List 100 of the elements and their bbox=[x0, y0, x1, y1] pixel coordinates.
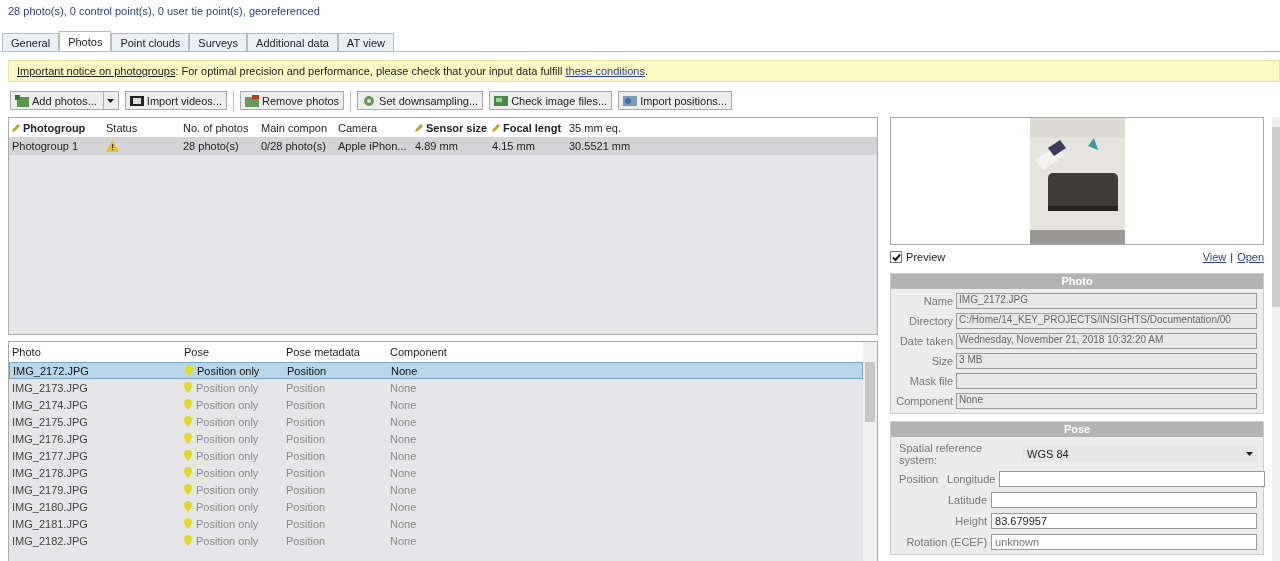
preview-checkbox[interactable] bbox=[890, 251, 903, 263]
column-header[interactable]: No. of photos bbox=[183, 121, 249, 134]
add-photo-icon bbox=[15, 94, 29, 107]
input-field[interactable] bbox=[999, 471, 1266, 487]
table-cell: None bbox=[390, 381, 417, 394]
column-header[interactable]: Main compon bbox=[261, 121, 328, 134]
pin-icon bbox=[184, 399, 192, 410]
scrollbar[interactable] bbox=[1272, 117, 1280, 561]
readonly-field[interactable]: IMG_2172.JPG bbox=[956, 293, 1258, 309]
gear-icon bbox=[362, 94, 377, 107]
column-header[interactable]: Camera bbox=[338, 121, 378, 134]
field-label: Rotation (ECEF) bbox=[906, 536, 988, 548]
readonly-field[interactable] bbox=[956, 373, 1258, 389]
table-cell: Position only bbox=[196, 398, 259, 411]
table-cell: Position bbox=[286, 534, 326, 547]
tab[interactable]: General bbox=[2, 33, 60, 51]
readonly-field[interactable]: None bbox=[956, 393, 1258, 409]
remove-photo-icon bbox=[245, 94, 260, 107]
notice-text: : For optimal precision and performance, please check that your input data fulfill bbox=[175, 65, 564, 77]
field-label: Date taken bbox=[898, 335, 954, 347]
column-header[interactable]: Photogroup bbox=[23, 121, 86, 134]
photo-row[interactable]: IMG_2179.JPG Position only Position None bbox=[9, 481, 864, 498]
table-cell: IMG_2177.JPG bbox=[12, 449, 88, 462]
readonly-field[interactable]: C:/Home/14_KEY_PROJECTS/INSIGHTS/Documentation/00 bbox=[956, 313, 1258, 329]
pin-icon bbox=[184, 450, 192, 461]
photogroup-row[interactable]: Photogroup 1 28 photo(s) 0/28 photo(s) Apple iPhon... 4.89 mm 4.15 mm 30.5521 mm bbox=[9, 137, 878, 155]
photo-row[interactable]: IMG_2175.JPG Position only Position None bbox=[9, 413, 864, 430]
table-cell: None bbox=[390, 398, 417, 411]
table-cell: Position only bbox=[196, 432, 259, 445]
table-cell: Apple iPhon... bbox=[338, 140, 407, 152]
table-cell: Position bbox=[286, 517, 326, 530]
dropdown-arrow-icon[interactable] bbox=[102, 92, 114, 109]
open-link[interactable]: Open bbox=[1237, 251, 1265, 263]
table-cell: Position bbox=[286, 415, 326, 428]
pin-icon bbox=[184, 518, 192, 529]
input-field[interactable] bbox=[991, 492, 1258, 508]
table-cell: Position bbox=[286, 483, 326, 496]
table-cell: Position only bbox=[196, 381, 259, 394]
table-cell: None bbox=[390, 449, 417, 462]
table-cell: Position only bbox=[196, 483, 259, 496]
table-cell: Position bbox=[286, 432, 326, 445]
field-label: Spatial reference system: bbox=[899, 442, 984, 466]
pin-icon bbox=[184, 416, 192, 427]
tab[interactable]: Point clouds bbox=[111, 33, 190, 51]
column-header[interactable]: Photo bbox=[12, 346, 41, 358]
tab[interactable]: AT view bbox=[337, 33, 394, 51]
toolbar-button[interactable]: Add photos... bbox=[10, 91, 119, 110]
table-cell: IMG_2173.JPG bbox=[12, 381, 88, 394]
table-cell: IMG_2172.JPG bbox=[13, 364, 89, 377]
toolbar-button[interactable]: Import videos... bbox=[124, 91, 228, 110]
toolbar-button[interactable]: Set downsampling... bbox=[357, 91, 484, 110]
photo-row[interactable]: IMG_2176.JPG Position only Position None bbox=[9, 430, 864, 447]
tab[interactable]: Additional data bbox=[247, 33, 338, 51]
column-header[interactable]: Pose metadata bbox=[286, 346, 360, 358]
photo-row[interactable]: IMG_2173.JPG Position only Position None bbox=[9, 379, 864, 396]
photo-row[interactable]: IMG_2180.JPG Position only Position None bbox=[9, 498, 864, 515]
srs-dropdown[interactable]: WGS 84 bbox=[1023, 446, 1258, 462]
conditions-link[interactable]: these conditions bbox=[565, 65, 645, 77]
column-header[interactable]: Focal lengt bbox=[503, 121, 562, 134]
table-cell: IMG_2175.JPG bbox=[12, 415, 88, 428]
checkbox-label: Preview bbox=[906, 251, 946, 263]
pin-icon bbox=[184, 433, 192, 444]
photo-row[interactable]: IMG_2174.JPG Position only Position None bbox=[9, 396, 864, 413]
table-cell: None bbox=[390, 483, 417, 496]
photo-row[interactable]: IMG_2178.JPG Position only Position None bbox=[9, 464, 864, 481]
readonly-field[interactable]: Wednesday, November 21, 2018 10:32:20 AM bbox=[956, 333, 1258, 349]
table-cell: 28 photo(s) bbox=[183, 140, 239, 152]
column-header[interactable]: Status bbox=[106, 121, 138, 134]
field-label: Longitude bbox=[947, 473, 996, 485]
field-label: Latitude bbox=[947, 494, 988, 506]
pin-icon bbox=[184, 484, 192, 495]
toolbar-button[interactable]: Check image files... bbox=[489, 91, 613, 110]
table-cell: Position bbox=[286, 398, 326, 411]
toolbar-button[interactable]: Remove photos bbox=[240, 91, 345, 110]
table-cell: Position only bbox=[196, 500, 259, 513]
tab[interactable]: Photos bbox=[59, 31, 112, 51]
table-cell: IMG_2174.JPG bbox=[12, 398, 88, 411]
pin-icon bbox=[185, 365, 193, 376]
field-label: Mask file bbox=[908, 375, 954, 387]
photo-row[interactable]: IMG_2172.JPG Position only Position None bbox=[9, 362, 864, 379]
field-label: Name bbox=[922, 295, 954, 307]
field-label: Position bbox=[899, 473, 940, 485]
readonly-field[interactable]: 3 MB bbox=[956, 353, 1258, 369]
input-field[interactable]: 83.679957 bbox=[991, 513, 1258, 529]
photo-row[interactable]: IMG_2181.JPG Position only Position None bbox=[9, 515, 864, 532]
toolbar-button[interactable]: Import positions... bbox=[618, 91, 732, 110]
view-link[interactable]: View bbox=[1202, 251, 1227, 263]
table-cell: Position bbox=[287, 364, 327, 377]
scrollbar[interactable] bbox=[863, 342, 878, 561]
photo-row[interactable]: IMG_2177.JPG Position only Position None bbox=[9, 447, 864, 464]
table-cell: IMG_2178.JPG bbox=[12, 466, 88, 479]
column-header[interactable]: Component bbox=[390, 346, 447, 358]
tab[interactable]: Surveys bbox=[189, 33, 248, 51]
column-header[interactable]: 35 mm eq. bbox=[569, 121, 621, 134]
photo-row[interactable]: IMG_2182.JPG Position only Position None bbox=[9, 532, 864, 549]
column-header[interactable]: Pose bbox=[184, 346, 210, 358]
table-cell: IMG_2181.JPG bbox=[12, 517, 88, 530]
input-field[interactable]: unknown bbox=[991, 534, 1258, 550]
table-cell: Position only bbox=[196, 466, 259, 479]
column-header[interactable]: Sensor size bbox=[426, 121, 488, 134]
